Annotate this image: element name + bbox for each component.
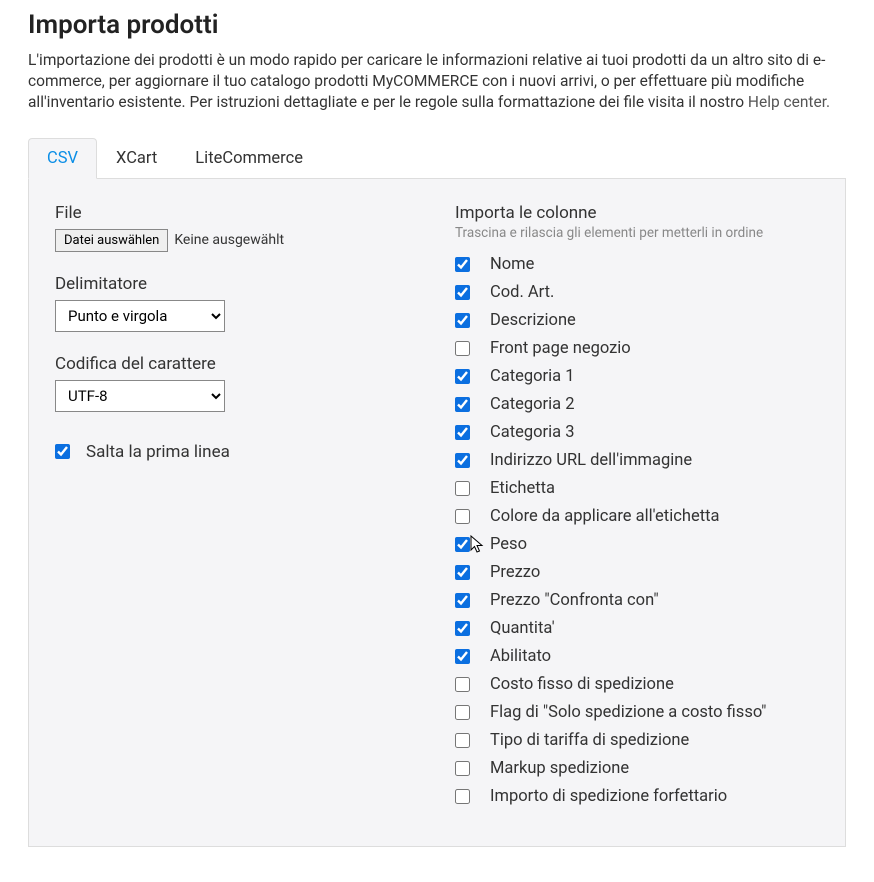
file-field: File Datei auswählen Keine ausgewählt <box>55 203 415 252</box>
left-column: File Datei auswählen Keine ausgewählt De… <box>55 203 415 806</box>
column-checkbox[interactable] <box>455 565 470 580</box>
column-item[interactable]: Quantita' <box>455 619 819 638</box>
column-label: Prezzo "Confronta con" <box>490 591 659 610</box>
column-label: Costo fisso di spedizione <box>490 675 674 694</box>
column-checkbox[interactable] <box>455 509 470 524</box>
columns-hint: Trascina e rilascia gli elementi per met… <box>455 225 819 241</box>
file-label: File <box>55 203 415 223</box>
column-item[interactable]: Categoria 3 <box>455 423 819 442</box>
column-item[interactable]: Front page negozio <box>455 339 819 358</box>
column-checkbox[interactable] <box>455 705 470 720</box>
tab-panel-csv: File Datei auswählen Keine ausgewählt De… <box>28 179 846 847</box>
column-checkbox[interactable] <box>455 649 470 664</box>
column-item[interactable]: Prezzo <box>455 563 819 582</box>
column-item[interactable]: Markup spedizione <box>455 759 819 778</box>
delimiter-label: Delimitatore <box>55 274 415 294</box>
column-checkbox[interactable] <box>455 285 470 300</box>
column-label: Etichetta <box>490 479 555 498</box>
columns-title: Importa le colonne <box>455 203 819 223</box>
delimiter-select[interactable]: Punto e virgola <box>55 300 225 332</box>
column-checkbox[interactable] <box>455 537 470 552</box>
column-label: Indirizzo URL dell'immagine <box>490 451 692 470</box>
column-checkbox[interactable] <box>455 341 470 356</box>
file-status: Keine ausgewählt <box>174 232 284 248</box>
column-checkbox[interactable] <box>455 257 470 272</box>
encoding-field: Codifica del carattere UTF-8 <box>55 354 415 412</box>
column-item[interactable]: Cod. Art. <box>455 283 819 302</box>
column-item[interactable]: Indirizzo URL dell'immagine <box>455 451 819 470</box>
column-label: Markup spedizione <box>490 759 629 778</box>
column-item[interactable]: Abilitato <box>455 647 819 666</box>
column-checkbox[interactable] <box>455 369 470 384</box>
column-label: Categoria 1 <box>490 367 574 386</box>
column-checkbox[interactable] <box>455 789 470 804</box>
column-label: Peso <box>490 535 527 554</box>
column-label: Front page negozio <box>490 339 631 358</box>
skip-first-line-checkbox[interactable] <box>55 444 70 459</box>
encoding-label: Codifica del carattere <box>55 354 415 374</box>
file-choose-button[interactable]: Datei auswählen <box>55 229 168 252</box>
column-item[interactable]: Flag di "Solo spedizione a costo fisso" <box>455 703 819 722</box>
column-label: Importo di spedizione forfettario <box>490 787 727 806</box>
column-item[interactable]: Etichetta <box>455 479 819 498</box>
column-checkbox[interactable] <box>455 593 470 608</box>
page-title: Importa prodotti <box>28 10 846 40</box>
column-checkbox[interactable] <box>455 397 470 412</box>
column-checkbox[interactable] <box>455 761 470 776</box>
tabs: CSV XCart LiteCommerce <box>28 137 846 179</box>
column-label: Categoria 2 <box>490 395 574 414</box>
column-label: Nome <box>490 255 534 274</box>
column-label: Cod. Art. <box>490 283 554 302</box>
column-label: Colore da applicare all'etichetta <box>490 507 719 526</box>
page-description-text: L'importazione dei prodotti è un modo ra… <box>28 51 825 111</box>
column-checkbox[interactable] <box>455 481 470 496</box>
column-item[interactable]: Importo di spedizione forfettario <box>455 787 819 806</box>
skip-first-line-label: Salta la prima linea <box>86 442 230 462</box>
column-item[interactable]: Peso <box>455 535 819 554</box>
tab-litecommerce[interactable]: LiteCommerce <box>176 138 322 179</box>
column-item[interactable]: Descrizione <box>455 311 819 330</box>
column-item[interactable]: Categoria 2 <box>455 395 819 414</box>
column-item[interactable]: Colore da applicare all'etichetta <box>455 507 819 526</box>
columns-list: Nome Cod. Art. Descrizione Front page negoz… <box>455 255 819 806</box>
column-item[interactable]: Costo fisso di spedizione <box>455 675 819 694</box>
page-description: L'importazione dei prodotti è un modo ra… <box>28 50 846 113</box>
help-center-link[interactable]: Help center. <box>748 93 830 111</box>
column-checkbox[interactable] <box>455 313 470 328</box>
column-item[interactable]: Prezzo "Confronta con" <box>455 591 819 610</box>
column-label: Abilitato <box>490 647 551 666</box>
right-column: Importa le colonne Trascina e rilascia g… <box>455 203 819 806</box>
column-label: Quantita' <box>490 619 555 638</box>
tab-xcart[interactable]: XCart <box>97 138 176 179</box>
column-checkbox[interactable] <box>455 425 470 440</box>
column-label: Descrizione <box>490 311 576 330</box>
column-label: Prezzo <box>490 563 540 582</box>
tab-csv[interactable]: CSV <box>28 138 97 179</box>
column-checkbox[interactable] <box>455 677 470 692</box>
delimiter-field: Delimitatore Punto e virgola <box>55 274 415 332</box>
encoding-select[interactable]: UTF-8 <box>55 380 225 412</box>
column-item[interactable]: Nome <box>455 255 819 274</box>
column-item[interactable]: Tipo di tariffa di spedizione <box>455 731 819 750</box>
column-checkbox[interactable] <box>455 453 470 468</box>
skip-first-line-row[interactable]: Salta la prima linea <box>55 442 415 462</box>
column-label: Tipo di tariffa di spedizione <box>490 731 689 750</box>
column-checkbox[interactable] <box>455 621 470 636</box>
column-checkbox[interactable] <box>455 733 470 748</box>
column-label: Flag di "Solo spedizione a costo fisso" <box>490 703 766 722</box>
column-label: Categoria 3 <box>490 423 574 442</box>
column-item[interactable]: Categoria 1 <box>455 367 819 386</box>
